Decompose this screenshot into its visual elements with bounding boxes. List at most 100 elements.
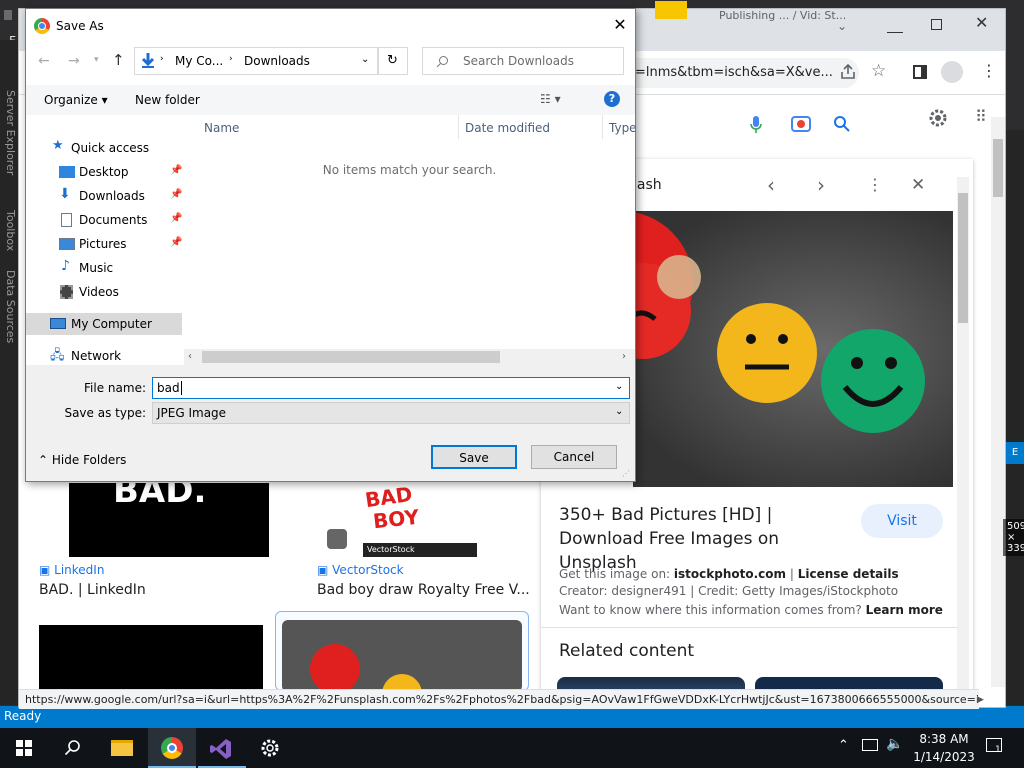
nav-quick-access[interactable]: ★ Quick access: [26, 137, 182, 159]
horizontal-scrollbar[interactable]: ‹ ›: [184, 349, 635, 365]
chrome-close-icon[interactable]: ✕: [975, 13, 988, 32]
back-arrow-icon[interactable]: ←: [38, 53, 50, 69]
column-type[interactable]: Type: [609, 121, 637, 135]
nav-pictures[interactable]: Pictures 📌: [26, 233, 182, 255]
tab-search-chevron-icon[interactable]: ⌄: [837, 19, 851, 33]
more-options-icon[interactable]: ⋮: [867, 175, 883, 194]
column-name[interactable]: Name: [204, 121, 239, 135]
forward-arrow-icon[interactable]: →: [68, 53, 80, 69]
scroll-right-arrow[interactable]: ▶: [977, 695, 984, 705]
file-explorer-icon[interactable]: [98, 728, 146, 768]
up-arrow-icon[interactable]: ↑: [112, 51, 125, 69]
new-folder-button[interactable]: New folder: [135, 93, 200, 107]
visual-studio-taskbar-icon[interactable]: [198, 728, 246, 768]
path-dropdown-icon[interactable]: ⌄: [361, 54, 369, 65]
view-options-icon[interactable]: ☷ ▾: [540, 92, 561, 106]
result-source-vectorstock[interactable]: ▣ VectorStock: [317, 563, 404, 577]
search-taskbar-icon[interactable]: [48, 728, 96, 768]
horizontal-scrollbar-thumb[interactable]: [202, 351, 500, 363]
maximize-icon[interactable]: [931, 19, 942, 30]
apps-grid-icon[interactable]: ⠿: [975, 107, 987, 126]
resize-grip-icon[interactable]: ⋰: [622, 469, 630, 478]
nav-my-computer[interactable]: My Computer: [26, 313, 182, 335]
volume-icon[interactable]: 🔈: [886, 736, 903, 752]
learn-more-link[interactable]: Learn more: [866, 603, 943, 617]
tab-title-fragment[interactable]: Publishing ... / Vid: St...: [719, 9, 846, 22]
panel-scrollbar-thumb[interactable]: [958, 193, 968, 323]
save-as-type-dropdown-icon[interactable]: ⌄: [615, 406, 623, 417]
result-title-link[interactable]: 350+ Bad Pictures [HD] | Download Free I…: [559, 503, 849, 575]
server-explorer-tab[interactable]: Server Explorer: [4, 90, 17, 175]
save-button[interactable]: Save: [431, 445, 517, 469]
nav-desktop[interactable]: Desktop 📌: [26, 161, 182, 183]
dialog-close-icon[interactable]: ✕: [610, 15, 630, 35]
result-thumb-bad[interactable]: BAD.: [69, 471, 269, 557]
nav-downloads[interactable]: ⬇ Downloads 📌: [26, 185, 182, 207]
breadcrumb-my-computer[interactable]: My Co...: [175, 54, 223, 68]
tray-overflow-icon[interactable]: ⌃: [838, 738, 849, 753]
result-thumb-badboy[interactable]: BAD BOY VectorStock: [317, 482, 519, 557]
hide-folders-button[interactable]: ⌃ Hide Folders: [38, 453, 126, 467]
recent-dropdown-icon[interactable]: ▾: [94, 55, 99, 65]
column-date-modified[interactable]: Date modified: [465, 121, 550, 135]
vs-right-strip: E: [1006, 130, 1024, 705]
search-icon[interactable]: [833, 115, 851, 133]
voice-search-icon[interactable]: [749, 115, 763, 135]
page-scrollbar-thumb[interactable]: [993, 139, 1003, 197]
refresh-button[interactable]: ↻: [378, 47, 408, 75]
breadcrumb-downloads[interactable]: Downloads: [244, 54, 310, 68]
result-thumb-3[interactable]: [39, 625, 263, 689]
nav-videos[interactable]: Videos: [26, 281, 182, 303]
settings-taskbar-icon[interactable]: [246, 728, 294, 768]
bookmark-star-icon[interactable]: ☆: [871, 61, 886, 81]
scroll-right-arrow-icon[interactable]: ›: [622, 351, 626, 362]
result-thumb-selected[interactable]: [275, 611, 529, 692]
nav-documents[interactable]: Documents 📌: [26, 209, 182, 231]
organize-button[interactable]: Organize ▾: [44, 93, 108, 107]
panel-scrollbar[interactable]: [957, 177, 969, 693]
toolbox-tab[interactable]: Toolbox: [4, 210, 17, 251]
minimize-icon[interactable]: [887, 17, 903, 33]
help-icon[interactable]: ?: [604, 91, 620, 107]
result-source-linkedin[interactable]: ▣ LinkedIn: [39, 563, 104, 577]
side-panel-icon[interactable]: [913, 65, 927, 79]
chrome-logo-icon: [34, 18, 50, 34]
pictures-icon: [59, 238, 75, 250]
data-sources-tab[interactable]: Data Sources: [4, 270, 17, 343]
clock-date[interactable]: 1/14/2023: [910, 750, 978, 764]
page-scrollbar[interactable]: [991, 117, 1005, 687]
nav-music[interactable]: ♪ Music: [26, 257, 182, 279]
license-details-link[interactable]: License details: [798, 567, 899, 581]
preview-image[interactable]: 509 × 339: [633, 211, 1024, 556]
clock-time[interactable]: 8:38 AM: [914, 732, 974, 746]
lens-search-icon[interactable]: [791, 116, 811, 132]
result-title-vectorstock[interactable]: Bad boy draw Royalty Free V...: [317, 582, 530, 598]
notification-icon[interactable]: 1: [986, 738, 1002, 755]
save-as-type-select[interactable]: JPEG Image ⌄: [152, 402, 630, 424]
scroll-left-arrow-icon[interactable]: ‹: [188, 351, 192, 362]
istock-link[interactable]: istockphoto.com: [674, 567, 786, 581]
next-chevron-icon[interactable]: ›: [817, 173, 825, 197]
share-icon[interactable]: [839, 63, 857, 81]
google-search-bar[interactable]: [619, 103, 909, 149]
path-breadcrumb[interactable]: › My Co... › Downloads ⌄: [134, 47, 378, 75]
visit-button[interactable]: Visit: [861, 504, 943, 538]
file-name-input[interactable]: bad ⌄: [152, 377, 630, 399]
music-icon: ♪: [61, 258, 70, 274]
cancel-button[interactable]: Cancel: [531, 445, 617, 469]
vs-right-tab[interactable]: E: [1006, 442, 1024, 464]
search-downloads-input[interactable]: Search Downloads: [422, 47, 624, 75]
start-button[interactable]: [0, 728, 48, 768]
result-title-linkedin[interactable]: BAD. | LinkedIn: [39, 582, 146, 598]
chrome-taskbar-icon[interactable]: [148, 728, 196, 768]
prev-chevron-icon[interactable]: ‹: [767, 173, 775, 197]
address-bar[interactable]: =lnms&tbm=isch&sa=X&ve...: [619, 58, 859, 88]
nav-network[interactable]: 🖧 Network: [26, 345, 182, 367]
panel-close-icon[interactable]: ✕: [911, 175, 925, 195]
file-name-dropdown-icon[interactable]: ⌄: [615, 381, 623, 392]
divider: [541, 627, 957, 628]
network-tray-icon[interactable]: [862, 739, 878, 751]
settings-gear-icon[interactable]: [927, 107, 949, 129]
profile-avatar-icon[interactable]: [941, 61, 963, 83]
chrome-menu-icon[interactable]: ⋮: [981, 61, 997, 80]
